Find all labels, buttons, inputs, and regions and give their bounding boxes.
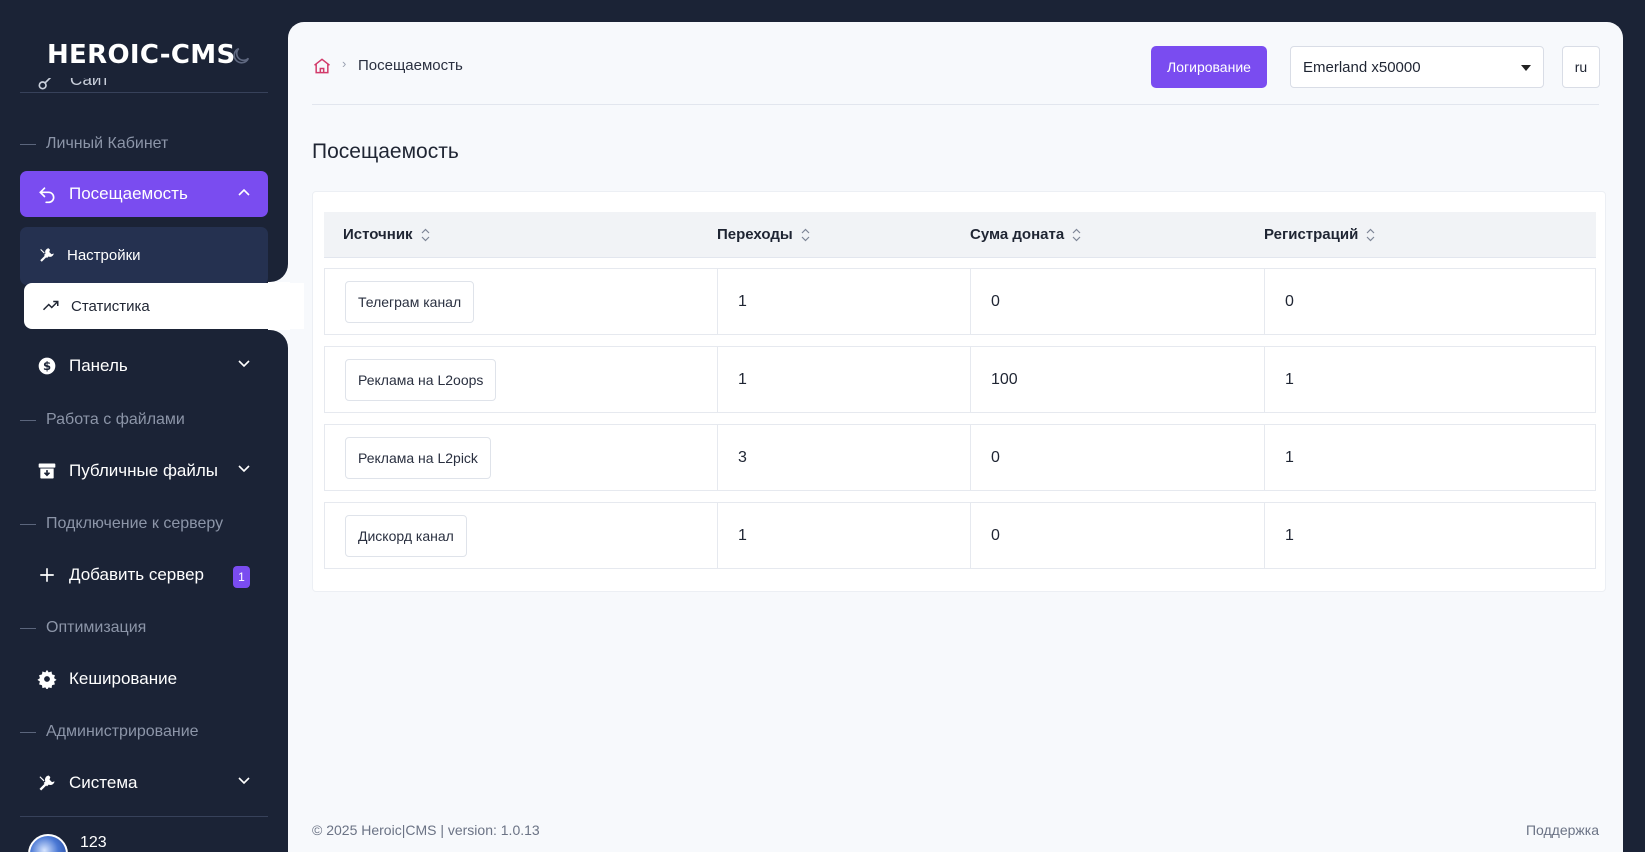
sort-icon xyxy=(421,228,429,241)
table-cell: 1 xyxy=(717,346,971,413)
sidebar-subitem-statistics[interactable]: Статистика xyxy=(24,283,304,329)
chevron-up-icon xyxy=(238,188,250,196)
section-cabinet: Личный Кабинет xyxy=(20,135,168,153)
column-header-source[interactable]: Источник xyxy=(343,226,430,243)
sort-icon xyxy=(1366,228,1375,241)
table-row: Дискорд канал 1 0 1 xyxy=(324,502,1596,569)
page-title: Посещаемость xyxy=(312,140,459,163)
breadcrumb: Посещаемость xyxy=(358,57,463,74)
divider xyxy=(20,92,268,93)
caret-down-icon xyxy=(1521,65,1531,71)
decor-notch xyxy=(268,330,288,350)
moon-icon[interactable] xyxy=(230,45,252,67)
sidebar-item-site[interactable]: Сайт xyxy=(20,78,268,92)
tools-icon xyxy=(37,773,57,793)
decor-notch xyxy=(268,262,288,282)
server-select[interactable]: Emerland x50000 xyxy=(1290,46,1544,88)
source-chip[interactable]: Реклама на L2oops xyxy=(345,358,497,401)
chevron-down-icon xyxy=(238,777,250,785)
table-cell: 1 xyxy=(717,502,971,569)
user-name[interactable]: 123 xyxy=(80,834,107,852)
source-chip[interactable]: Дискорд канал xyxy=(345,514,467,557)
table-cell: 0 xyxy=(970,424,1265,491)
plus-icon xyxy=(37,565,57,585)
sidebar-item-caching[interactable]: Кеширование xyxy=(20,656,268,702)
archive-icon xyxy=(37,461,57,481)
support-link[interactable]: Поддержка xyxy=(1526,822,1599,838)
sidebar-item-public-files[interactable]: Публичные файлы xyxy=(20,448,268,494)
home-icon[interactable] xyxy=(312,56,332,76)
footer-copyright: © 2025 Heroic|CMS | version: 1.0.13 xyxy=(312,822,540,838)
table-cell: 100 xyxy=(970,346,1265,413)
dollar-icon: $ xyxy=(37,356,57,376)
sidebar-subitem-settings[interactable]: Настройки xyxy=(20,233,268,277)
table-row: Реклама на L2pick 3 0 1 xyxy=(324,424,1596,491)
undo-arrow-icon xyxy=(37,184,57,204)
tools-icon xyxy=(37,245,57,265)
table-cell: 1 xyxy=(717,268,971,335)
gear-icon xyxy=(37,669,57,689)
chevron-down-icon xyxy=(238,360,250,368)
source-chip[interactable]: Телеграм канал xyxy=(345,280,475,323)
attendance-table: Источник Переходы Сума доната Регистраци… xyxy=(312,191,1606,592)
table-header: Источник Переходы Сума доната Регистраци… xyxy=(324,212,1596,258)
sidebar-item-panel[interactable]: $ Панель xyxy=(20,343,268,389)
column-header-registrations[interactable]: Регистраций xyxy=(1264,226,1375,243)
section-server: Подключение к серверу xyxy=(20,515,223,533)
table-cell: 0 xyxy=(970,268,1265,335)
column-header-donations[interactable]: Сума доната xyxy=(970,226,1081,243)
sidebar-item-label: Посещаемость xyxy=(69,184,188,203)
table-row: Реклама на L2oops 1 100 1 xyxy=(324,346,1596,413)
source-chip[interactable]: Реклама на L2pick xyxy=(345,436,491,479)
table-cell: 0 xyxy=(970,502,1265,569)
section-optimization: Оптимизация xyxy=(20,619,146,637)
sort-icon xyxy=(1072,228,1081,241)
table-cell: 1 xyxy=(1264,502,1596,569)
trending-up-icon xyxy=(41,296,61,316)
svg-text:$: $ xyxy=(43,359,51,373)
link-icon xyxy=(38,78,52,90)
divider xyxy=(20,816,268,817)
sidebar-item-system[interactable]: Система xyxy=(20,760,268,806)
topbar: › Посещаемость Логирование Emerland x500… xyxy=(312,22,1600,105)
table-cell: 1 xyxy=(1264,346,1596,413)
language-button[interactable]: ru xyxy=(1562,46,1600,88)
chevron-down-icon xyxy=(238,465,250,473)
logging-button[interactable]: Логирование xyxy=(1151,46,1267,88)
chevron-right-icon: › xyxy=(342,56,347,71)
count-badge: 1 xyxy=(233,566,250,588)
section-files: Работа с файлами xyxy=(20,411,185,429)
table-cell: 1 xyxy=(1264,424,1596,491)
brand-logo[interactable]: HEROIC-CMS xyxy=(47,40,235,70)
table-row: Телеграм канал 1 0 0 xyxy=(324,268,1596,335)
table-cell: 3 xyxy=(717,424,971,491)
sidebar-item-label: Сайт xyxy=(70,78,110,89)
sidebar-item-attendance[interactable]: Посещаемость xyxy=(20,171,268,217)
column-header-clicks[interactable]: Переходы xyxy=(717,226,810,243)
table-cell: 0 xyxy=(1264,268,1596,335)
sort-icon xyxy=(801,228,810,241)
section-admin: Администрирование xyxy=(20,723,199,741)
sidebar-item-add-server[interactable]: Добавить сервер 1 xyxy=(20,552,268,598)
main-content: › Посещаемость Логирование Emerland x500… xyxy=(288,22,1623,852)
